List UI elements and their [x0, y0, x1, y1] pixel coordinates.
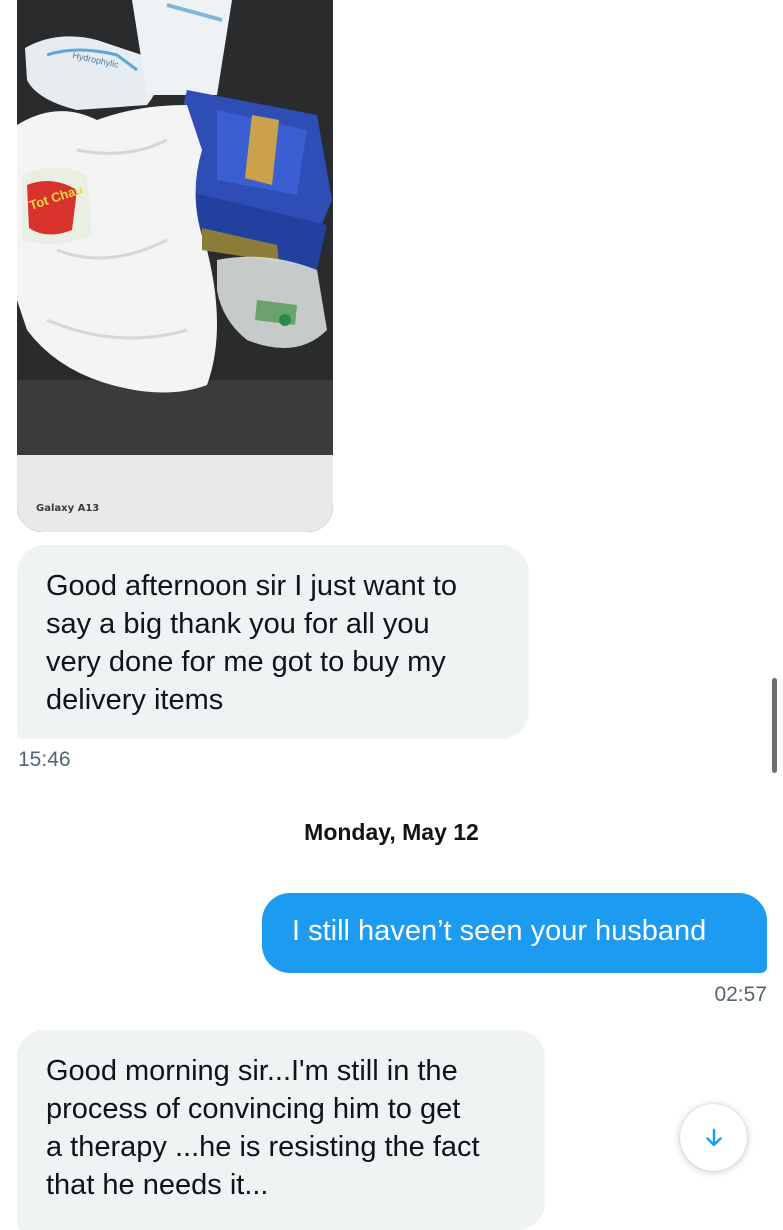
message-timestamp: 02:57 [714, 983, 767, 1006]
scroll-to-bottom-button[interactable] [680, 1104, 747, 1171]
scrollbar-thumb[interactable] [772, 678, 777, 773]
message-timestamp: 15:46 [18, 748, 71, 771]
date-divider: Monday, May 12 [304, 819, 479, 845]
received-message-bubble[interactable]: Good afternoon sir I just want to say a … [17, 545, 529, 739]
image-message[interactable]: Hydrophylic Tot Chau Galaxy A13 [17, 0, 333, 532]
received-message-bubble[interactable]: Good morning sir...I'm still in the proc… [17, 1030, 545, 1230]
delivery-items-photo: Hydrophylic Tot Chau [17, 0, 333, 532]
arrow-down-icon [705, 1128, 722, 1146]
sent-message-bubble[interactable]: I still haven’t seen your husband [262, 893, 767, 973]
device-label: Galaxy A13 [36, 503, 100, 514]
